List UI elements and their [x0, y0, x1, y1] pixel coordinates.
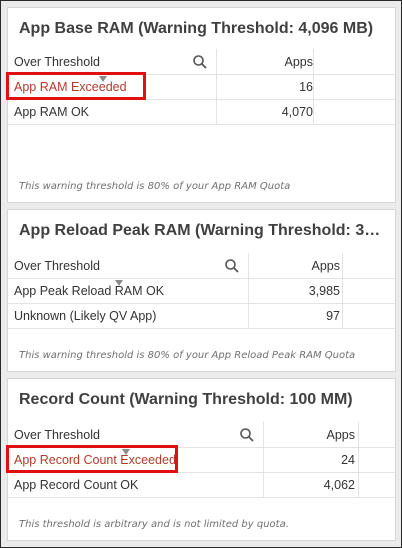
column-divider: [248, 279, 249, 303]
card-title: App Base RAM (Warning Threshold: 4,096 M…: [19, 20, 374, 37]
column-divider: [358, 473, 359, 497]
search-icon[interactable]: [192, 54, 208, 70]
column-header-over-threshold[interactable]: Over Threshold: [14, 49, 100, 74]
sort-indicator-icon: [99, 76, 107, 82]
card-title: Record Count (Warning Threshold: 100 MM): [19, 391, 353, 408]
column-header-apps[interactable]: Apps: [285, 49, 314, 74]
column-divider: [248, 304, 249, 328]
column-header-apps[interactable]: Apps: [312, 253, 341, 278]
column-divider: [216, 75, 217, 99]
threshold-table: Over Threshold Apps App RAM Exceeded 16 …: [8, 49, 395, 125]
column-header-over-threshold[interactable]: Over Threshold: [14, 422, 100, 447]
column-divider: [342, 279, 343, 303]
row-label: App RAM Exceeded: [14, 80, 127, 94]
column-header-over-threshold[interactable]: Over Threshold: [14, 253, 100, 278]
table-row[interactable]: App RAM Exceeded 16: [8, 75, 395, 100]
sort-indicator-icon: [122, 449, 130, 455]
card-title: App Reload Peak RAM (Warning Threshold: …: [19, 222, 385, 239]
table-header: Over Threshold Apps: [8, 253, 395, 279]
column-divider: [248, 253, 249, 278]
row-value: 4,062: [323, 478, 355, 492]
threshold-table: Over Threshold Apps App Record Count Exc…: [8, 422, 395, 498]
threshold-table: Over Threshold Apps App Peak Reload RAM …: [8, 253, 395, 329]
app-base-ram-card: App Base RAM (Warning Threshold: 4,096 M…: [7, 7, 396, 203]
sort-indicator-icon: [115, 280, 123, 286]
column-divider: [342, 304, 343, 328]
table-row[interactable]: App RAM OK 4,070: [8, 100, 395, 125]
row-label: App RAM OK: [14, 105, 90, 119]
card-footnote: This threshold is arbitrary and is not l…: [19, 519, 289, 530]
row-label: App Record Count Exceeded: [14, 453, 176, 467]
row-label: Unknown (Likely QV App): [14, 309, 157, 323]
column-divider: [313, 49, 314, 74]
row-value: 97: [326, 309, 340, 323]
card-footnote: This warning threshold is 80% of your Ap…: [19, 350, 356, 361]
table-header: Over Threshold Apps: [8, 49, 395, 75]
row-value: 3,985: [308, 284, 340, 298]
row-label: App Peak Reload RAM OK: [14, 284, 165, 298]
column-header-apps[interactable]: Apps: [327, 422, 356, 447]
table-row[interactable]: App Record Count OK 4,062: [8, 473, 395, 498]
column-divider: [313, 100, 314, 124]
table-row[interactable]: Unknown (Likely QV App) 97: [8, 304, 395, 329]
table-header: Over Threshold Apps: [8, 422, 395, 448]
search-icon[interactable]: [239, 427, 255, 443]
row-value: 16: [299, 80, 313, 94]
column-divider: [216, 100, 217, 124]
row-value: 4,070: [281, 105, 313, 119]
column-divider: [216, 49, 217, 74]
table-row[interactable]: App Peak Reload RAM OK 3,985: [8, 279, 395, 304]
row-value: 24: [341, 453, 355, 467]
search-icon[interactable]: [224, 258, 240, 274]
column-divider: [358, 422, 359, 447]
column-divider: [263, 422, 264, 447]
column-divider: [313, 75, 314, 99]
row-label: App Record Count OK: [14, 478, 139, 492]
column-divider: [263, 448, 264, 472]
table-row[interactable]: App Record Count Exceeded 24: [8, 448, 395, 473]
dashboard-frame: App Base RAM (Warning Threshold: 4,096 M…: [0, 0, 402, 548]
column-divider: [358, 448, 359, 472]
app-reload-peak-ram-card: App Reload Peak RAM (Warning Threshold: …: [7, 209, 396, 372]
card-footnote: This warning threshold is 80% of your Ap…: [19, 181, 291, 192]
column-divider: [263, 473, 264, 497]
column-divider: [342, 253, 343, 278]
record-count-card: Record Count (Warning Threshold: 100 MM)…: [7, 378, 396, 541]
